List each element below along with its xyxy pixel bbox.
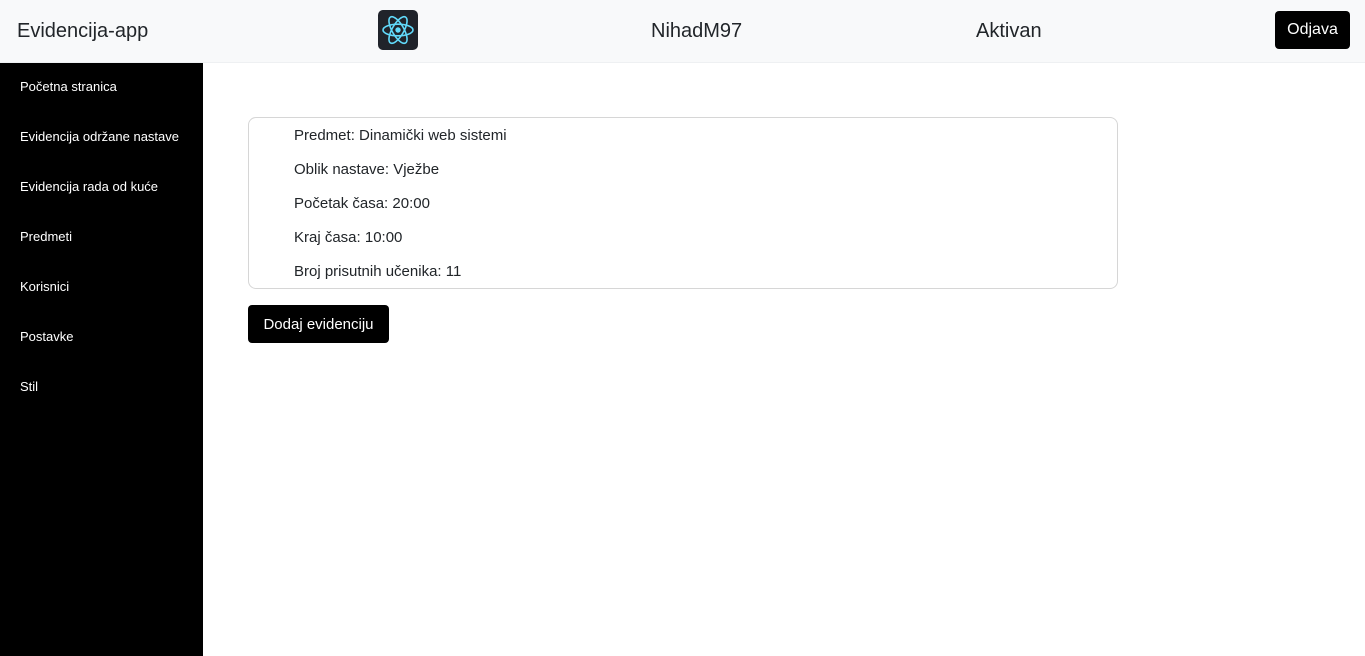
sidebar-item-style[interactable]: Stil	[20, 379, 38, 394]
add-record-button[interactable]: Dodaj evidenciju	[248, 305, 389, 343]
record-card: Predmet: Dinamički web sistemi Oblik nas…	[248, 117, 1118, 289]
sidebar-item-home[interactable]: Početna stranica	[20, 79, 117, 94]
top-navbar: Evidencija-app NihadM97 Aktivan Odjava	[0, 0, 1365, 63]
sidebar: Početna stranica Evidencija održane nast…	[0, 63, 203, 656]
record-attendance: Broj prisutnih učenika: 11	[294, 263, 462, 280]
record-class-form: Oblik nastave: Vježbe	[294, 161, 440, 178]
react-logo-icon	[378, 10, 418, 50]
record-start-time: Početak časa: 20:00	[294, 195, 430, 212]
username-label: NihadM97	[651, 20, 743, 42]
user-status-label: Aktivan	[976, 20, 1042, 42]
sidebar-item-users[interactable]: Korisnici	[20, 279, 69, 294]
record-end-time: Kraj časa: 10:00	[294, 229, 403, 246]
app-brand-link[interactable]: Evidencija-app	[17, 20, 148, 43]
sidebar-item-remote-work[interactable]: Evidencija rada od kuće	[20, 179, 158, 194]
react-logo-svg	[382, 15, 414, 45]
sidebar-item-settings[interactable]: Postavke	[20, 329, 73, 344]
record-subject: Predmet: Dinamički web sistemi	[294, 127, 507, 144]
sidebar-item-subjects[interactable]: Predmeti	[20, 229, 72, 244]
sidebar-item-class-records[interactable]: Evidencija održane nastave	[20, 129, 179, 144]
logout-button[interactable]: Odjava	[1275, 11, 1350, 49]
